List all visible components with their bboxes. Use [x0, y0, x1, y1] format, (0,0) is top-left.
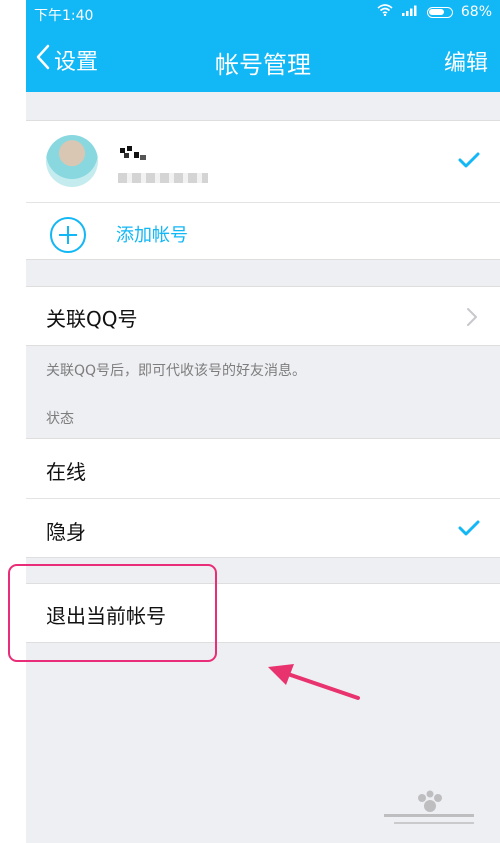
- plus-circle-icon: [50, 217, 86, 253]
- signal-icon: [401, 4, 419, 20]
- status-option-online[interactable]: 在线: [26, 439, 500, 498]
- accounts-group: 添加帐号: [26, 120, 500, 260]
- status-group: 在线 隐身: [26, 438, 500, 558]
- linked-qq-description: 关联QQ号后，即可代收该号的好友消息。: [46, 363, 307, 379]
- current-account-row[interactable]: [26, 121, 500, 202]
- battery-percent: 68%: [460, 4, 492, 20]
- page-title: 帐号管理: [215, 51, 311, 79]
- nav-bar: 设置 帐号管理 编辑: [26, 28, 500, 92]
- status-option-invisible[interactable]: 隐身: [26, 498, 500, 557]
- status-icons: 68%: [377, 4, 492, 20]
- status-section-header: 状态: [46, 411, 74, 427]
- phone-screen: 下午1:40 68% 设置 帐号管理 编辑 添加帐号 关联QQ号 关联QQ号后，…: [26, 0, 500, 843]
- highlight-box: [8, 564, 217, 662]
- linked-qq-row[interactable]: 关联QQ号: [26, 287, 500, 345]
- arrow-annotation: [268, 664, 360, 700]
- avatar: [46, 135, 98, 187]
- blurred-account-name: [120, 146, 146, 160]
- chevron-right-icon: [466, 307, 478, 331]
- status-online-label: 在线: [46, 460, 86, 484]
- battery-icon: [426, 6, 453, 18]
- check-icon: [458, 519, 480, 541]
- add-account-label: 添加帐号: [116, 225, 188, 246]
- check-icon: [458, 151, 480, 173]
- linked-qq-group: 关联QQ号: [26, 286, 500, 346]
- wifi-icon: [377, 4, 393, 20]
- edit-button[interactable]: 编辑: [444, 45, 488, 77]
- add-account-row[interactable]: 添加帐号: [26, 202, 500, 259]
- status-time: 下午1:40: [34, 8, 94, 24]
- linked-qq-label: 关联QQ号: [46, 307, 138, 331]
- status-bar: 下午1:40 68%: [26, 0, 500, 28]
- watermark-logo: [384, 790, 474, 824]
- status-invisible-label: 隐身: [46, 520, 86, 544]
- blurred-account-id: [118, 173, 208, 183]
